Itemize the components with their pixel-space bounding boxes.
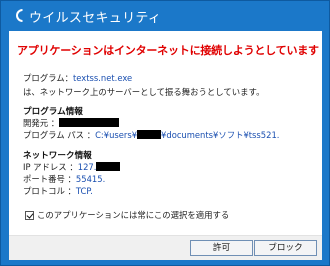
always-apply-label: このアプリケーションには常にこの選択を適用する <box>37 210 230 220</box>
program-description: は、ネットワーク上のサーバーとして振る舞おうとしています。 <box>23 87 265 97</box>
app-logo-icon <box>16 9 23 22</box>
developer-label: 開発元 ： <box>23 118 60 128</box>
program-name: textss.net.exe <box>73 73 133 83</box>
ip-label: IP アドレス ： <box>23 162 78 172</box>
program-line: プログラム：textss.net.exe <box>23 72 132 84</box>
developer-redacted <box>59 118 120 127</box>
ip-redacted <box>96 162 121 171</box>
block-button[interactable]: ブロック <box>254 240 317 256</box>
program-info-header: プログラム情報 <box>23 107 83 117</box>
developer-line: 開発元 ： <box>23 117 120 129</box>
port-line: ポート番号 ：55415. <box>23 173 105 185</box>
always-apply-checkbox[interactable] <box>25 210 34 220</box>
alert-heading: アプリケーションはインターネットに接続しようとしています <box>17 44 319 57</box>
window-title: ウイルスセキュリティ <box>29 11 162 26</box>
protocol-value: TCP. <box>75 186 93 196</box>
title-bar: ウイルスセキュリティ <box>1 1 330 29</box>
always-apply-option[interactable]: このアプリケーションには常にこの選択を適用する <box>25 209 229 221</box>
path-suffix: ¥documents¥ソフト¥tss521. <box>161 130 280 140</box>
port-label: ポート番号 ： <box>23 174 76 184</box>
network-info-header: ネットワーク情報 <box>23 151 92 161</box>
dialog-body: アプリケーションはインターネットに接続しようとしています プログラム：texts… <box>9 31 322 260</box>
ip-line: IP アドレス ：127. <box>23 161 121 173</box>
allow-button[interactable]: 許可 <box>190 240 253 256</box>
protocol-label: プロトコル ： <box>23 186 76 196</box>
program-label: プログラム： <box>23 73 73 83</box>
protocol-line: プロトコル ：TCP. <box>23 185 93 197</box>
dialog-window: ウイルスセキュリティ アプリケーションはインターネットに接続しようとしています … <box>0 0 330 266</box>
path-label: プログラム パス ： <box>23 130 96 140</box>
port-value: 55415. <box>75 174 106 184</box>
path-prefix: C:¥users¥ <box>95 130 138 140</box>
path-line: プログラム パス ：C:¥users¥ ¥documents¥ソフト¥tss521… <box>23 129 279 141</box>
path-redacted <box>137 130 162 139</box>
ip-value: 127. <box>77 162 97 172</box>
